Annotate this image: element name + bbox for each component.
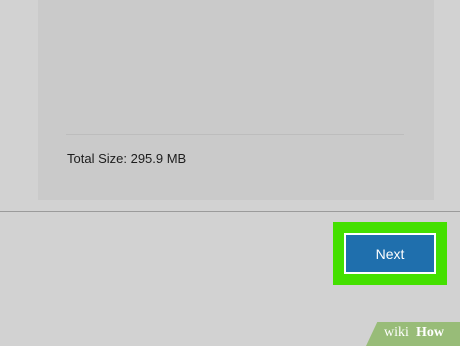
watermark-how: How: [416, 325, 444, 340]
wikihow-watermark: wiki How: [366, 322, 460, 346]
watermark-wiki: wiki: [384, 325, 409, 340]
total-size-label: Total Size: 295.9 MB: [67, 151, 187, 166]
footer-divider: [0, 211, 460, 212]
next-button[interactable]: Next: [344, 233, 436, 274]
panel-divider: [66, 134, 404, 135]
download-summary-panel: [38, 0, 434, 200]
